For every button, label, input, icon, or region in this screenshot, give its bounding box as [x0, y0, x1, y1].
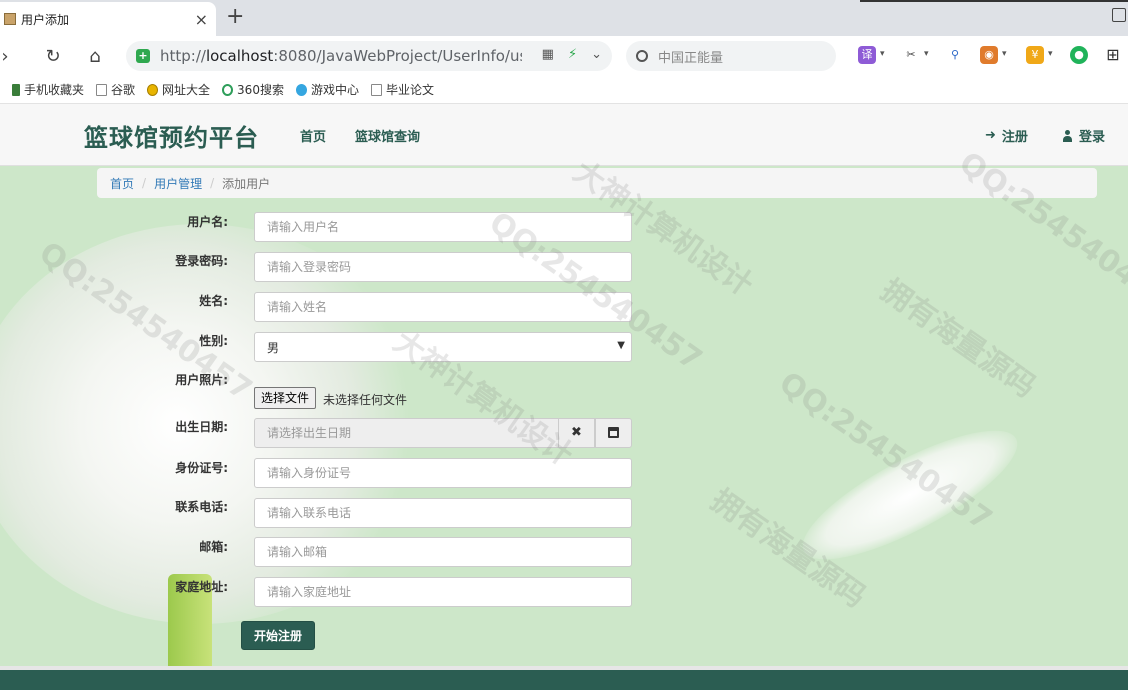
- coupon-icon[interactable]: ¥: [1026, 46, 1044, 64]
- scissors-icon[interactable]: ✂: [902, 46, 920, 64]
- breadcrumb-home[interactable]: 首页: [110, 175, 134, 192]
- speed-mode-icon[interactable]: ⚡: [568, 47, 577, 62]
- password-label: 登录密码:: [175, 254, 228, 268]
- page-content: 篮球馆预约平台 首页 篮球馆查询 ➜ 注册 登录 首页 / 用户管理 / 添加用…: [0, 104, 1128, 690]
- birthday-input[interactable]: 请选择出生日期: [254, 418, 559, 448]
- close-icon: ✖: [571, 425, 582, 440]
- coupon-dropdown-icon[interactable]: ▾: [1048, 49, 1053, 59]
- breadcrumb-user-management[interactable]: 用户管理: [154, 175, 202, 192]
- game-dropdown-icon[interactable]: ▾: [1002, 49, 1007, 59]
- grid-icon[interactable]: ▦: [542, 47, 554, 62]
- close-tab-icon[interactable]: ×: [195, 10, 208, 29]
- circle-logo-icon: [222, 83, 234, 96]
- bookmark-sites[interactable]: 网址大全: [147, 81, 210, 98]
- browser-tab-bar: 用户添加 × +: [0, 0, 1128, 36]
- choose-file-button[interactable]: 选择文件: [254, 387, 317, 409]
- gender-selected-value: 男: [267, 340, 280, 355]
- breadcrumb: 首页 / 用户管理 / 添加用户: [97, 168, 1097, 198]
- sign-in-icon: ➜: [985, 128, 996, 143]
- bookmark-mobile[interactable]: 手机收藏夹: [12, 81, 84, 98]
- page-icon: [370, 83, 382, 96]
- username-input[interactable]: [254, 212, 632, 242]
- translate-icon[interactable]: 译: [858, 46, 876, 64]
- phone-label: 联系电话:: [175, 500, 228, 514]
- breadcrumb-current: 添加用户: [222, 176, 271, 191]
- phone-input[interactable]: [254, 498, 632, 528]
- address-label: 家庭地址:: [175, 580, 228, 594]
- calendar-icon: [608, 427, 619, 438]
- bookmark-games[interactable]: 游戏中心: [295, 81, 359, 98]
- photo-label: 用户照片:: [175, 373, 228, 387]
- back-icon[interactable]: ›: [0, 43, 18, 69]
- url-text[interactable]: http://localhost:8080/JavaWebProject/Use…: [160, 47, 522, 65]
- user-icon: [1062, 129, 1073, 142]
- login-link[interactable]: 登录: [1062, 126, 1105, 145]
- gender-select[interactable]: 男 ▼: [254, 332, 632, 362]
- breadcrumb-separator: /: [142, 176, 147, 190]
- gender-label: 性别:: [199, 334, 228, 348]
- name-input[interactable]: [254, 292, 632, 322]
- secure-shield-icon: +: [136, 49, 150, 63]
- footer-bar: [0, 666, 1128, 690]
- scissors-dropdown-icon[interactable]: ▾: [924, 49, 929, 59]
- bookmark-google[interactable]: 谷歌: [96, 81, 135, 98]
- window-edge: [860, 0, 1128, 2]
- site-navbar: 篮球馆预约平台 首页 篮球馆查询 ➜ 注册 登录: [0, 104, 1128, 166]
- submit-register-button[interactable]: 开始注册: [241, 621, 315, 650]
- new-tab-icon[interactable]: +: [226, 4, 244, 30]
- email-input[interactable]: [254, 537, 632, 567]
- site-brand[interactable]: 篮球馆预约平台: [84, 118, 259, 153]
- name-label: 姓名:: [199, 294, 228, 308]
- browser-toolbar: › ↻ ⌂ + http://localhost:8080/JavaWebPro…: [0, 36, 1128, 76]
- translate-dropdown-icon[interactable]: ▾: [880, 49, 885, 59]
- skin-icon[interactable]: [1112, 8, 1126, 22]
- game-icon: [295, 83, 307, 96]
- reload-icon[interactable]: ↻: [40, 43, 66, 69]
- extension-circle-icon[interactable]: ●: [1070, 46, 1088, 64]
- username-label: 用户名:: [187, 215, 228, 229]
- star-icon: [147, 83, 159, 96]
- apps-grid-icon[interactable]: ⊞: [1104, 46, 1122, 64]
- home-icon[interactable]: ⌂: [82, 43, 108, 69]
- browser-tab[interactable]: 用户添加 ×: [0, 2, 216, 36]
- nav-home[interactable]: 首页: [300, 126, 326, 145]
- address-input[interactable]: [254, 577, 632, 607]
- page-favicon-icon: [4, 13, 16, 25]
- chevron-down-icon: ▼: [617, 340, 625, 351]
- bookmark-360[interactable]: 360搜索: [222, 81, 284, 98]
- nav-court-search[interactable]: 篮球馆查询: [355, 126, 420, 145]
- birthday-date-picker: 请选择出生日期 ✖: [254, 418, 632, 448]
- breadcrumb-separator: /: [210, 176, 215, 190]
- search-icon: [636, 50, 648, 62]
- address-bar[interactable]: + http://localhost:8080/JavaWebProject/U…: [126, 41, 612, 71]
- feather-background: [787, 407, 1033, 583]
- bookmark-thesis[interactable]: 毕业论文: [370, 81, 434, 98]
- bookmarks-bar: 手机收藏夹 谷歌 网址大全 360搜索 游戏中心 毕业论文: [0, 76, 1128, 104]
- page-icon: [96, 83, 108, 96]
- chevron-down-icon[interactable]: ⌄: [591, 47, 602, 62]
- game-extension-icon[interactable]: ◉: [980, 46, 998, 64]
- file-status: 未选择任何文件: [323, 393, 408, 407]
- watermark: 拥有海量源码: [874, 272, 1042, 405]
- open-calendar-button[interactable]: [595, 418, 632, 448]
- birthday-label: 出生日期:: [175, 420, 228, 434]
- clear-date-button[interactable]: ✖: [558, 418, 595, 448]
- email-label: 邮箱:: [199, 540, 228, 554]
- magnifier-icon[interactable]: ⚲: [946, 46, 964, 64]
- search-box[interactable]: 中国正能量: [626, 41, 836, 71]
- search-placeholder: 中国正能量: [658, 50, 724, 66]
- password-input[interactable]: [254, 252, 632, 282]
- tab-title: 用户添加: [21, 12, 70, 27]
- phone-icon: [12, 83, 20, 96]
- id-card-label: 身份证号:: [175, 461, 228, 475]
- id-card-input[interactable]: [254, 458, 632, 488]
- register-link[interactable]: ➜ 注册: [985, 126, 1028, 145]
